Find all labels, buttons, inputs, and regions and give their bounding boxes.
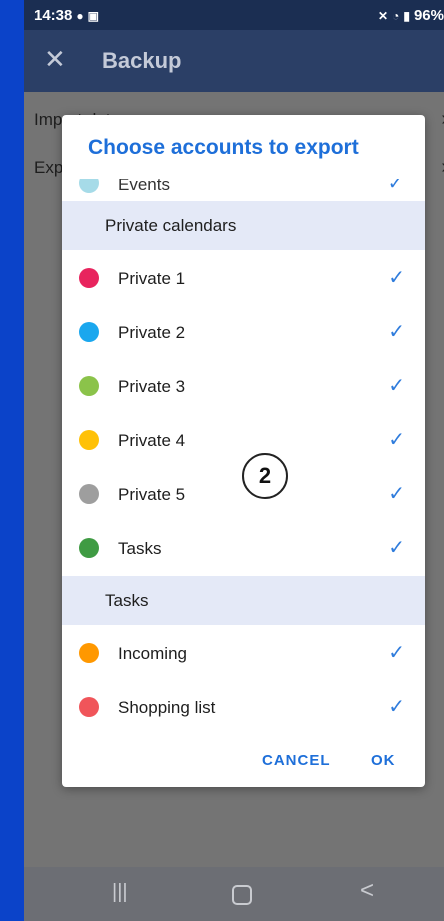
item-label: Shopping list [118, 698, 216, 717]
list-item[interactable]: Tasks ✓ [62, 521, 425, 575]
ok-button[interactable]: OK [371, 752, 396, 769]
check-icon[interactable]: ✓ [388, 265, 405, 290]
item-label: Private 5 [118, 485, 186, 504]
check-icon[interactable]: ✓ [388, 535, 405, 560]
signal-icon: ▮ [403, 8, 410, 23]
check-icon[interactable]: ✓ [388, 319, 405, 344]
section-header-label: Tasks [105, 591, 149, 610]
section-header-label: Private calendars [105, 216, 237, 235]
export-accounts-dialog: Choose accounts to export Events ✓ Priva… [62, 115, 425, 787]
section-header-tasks: Tasks [62, 576, 425, 625]
status-time: 14:38 [34, 7, 73, 24]
list-item[interactable]: Private 3 ✓ [62, 359, 425, 413]
cancel-button[interactable]: CANCEL [262, 752, 331, 769]
app-bar: ✕ Backup [24, 30, 444, 92]
item-label: Incoming [118, 644, 187, 663]
recents-icon[interactable]: ||| [112, 881, 128, 904]
item-label: Events [118, 179, 170, 194]
dialog-title: Choose accounts to export [88, 136, 359, 159]
color-dot [79, 697, 99, 717]
check-icon[interactable]: ✓ [388, 694, 405, 719]
notification-icon: ● [76, 8, 84, 23]
color-dot [79, 538, 99, 558]
item-label: Private 4 [118, 431, 186, 450]
step-annotation-badge: 2 [242, 453, 288, 499]
check-icon[interactable]: ✓ [388, 481, 405, 506]
wifi-icon: ◔ [392, 8, 400, 23]
item-label: Tasks [118, 539, 162, 558]
item-label: Private 1 [118, 269, 186, 288]
status-bar: 14:38 ● ▣ ✕ ◔ ▮ 96% [24, 0, 444, 30]
back-icon[interactable]: < [360, 877, 374, 905]
check-icon[interactable]: ✓ [388, 373, 405, 398]
list-item[interactable]: Private 1 ✓ [62, 251, 425, 305]
list-item[interactable]: Private 4 ✓ [62, 413, 425, 467]
accounts-list[interactable]: Events ✓ Private calendars Private 1 ✓ P… [62, 179, 425, 731]
battery-level: 96% [413, 7, 444, 24]
color-dot [79, 179, 99, 193]
list-item[interactable]: Private 2 ✓ [62, 305, 425, 359]
color-dot [79, 643, 99, 663]
color-dot [79, 430, 99, 450]
page-title: Backup [102, 48, 182, 73]
mute-icon: ✕ [378, 8, 389, 23]
item-label: Private 3 [118, 377, 186, 396]
color-dot [79, 268, 99, 288]
close-icon[interactable]: ✕ [44, 44, 66, 75]
item-label: Private 2 [118, 323, 186, 342]
list-item[interactable]: Incoming ✓ [62, 626, 425, 680]
check-icon: ✓ [387, 179, 403, 193]
section-header-private-calendars: Private calendars [62, 201, 425, 250]
image-notification-icon: ▣ [87, 8, 99, 23]
check-icon[interactable]: ✓ [388, 427, 405, 452]
color-dot [79, 322, 99, 342]
check-icon[interactable]: ✓ [388, 640, 405, 665]
list-item[interactable]: Shopping list ✓ [62, 680, 425, 731]
dialog-actions: CANCEL OK [62, 731, 425, 787]
system-nav-bar: ||| < [24, 867, 444, 921]
color-dot [79, 376, 99, 396]
list-item[interactable]: Events ✓ [62, 179, 425, 194]
home-icon[interactable] [232, 885, 252, 905]
color-dot [79, 484, 99, 504]
